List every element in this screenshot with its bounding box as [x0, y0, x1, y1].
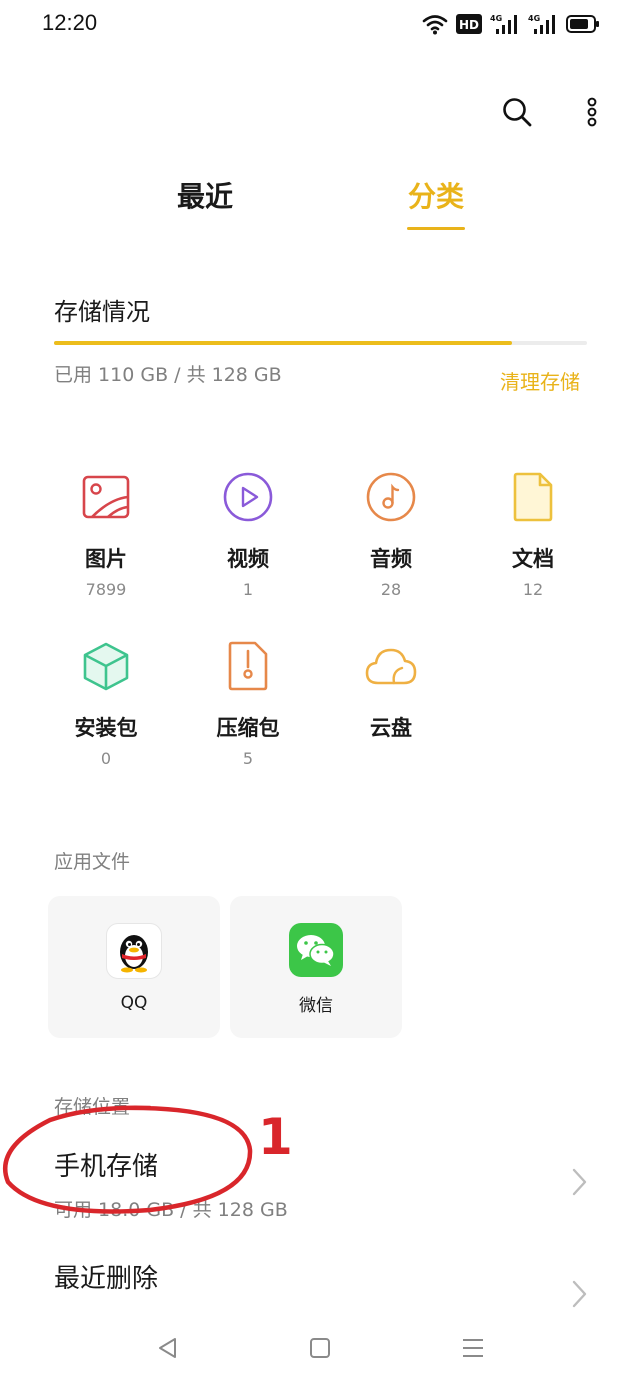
category-count: 12 [522, 580, 544, 599]
recently-deleted-row[interactable]: 最近删除 [0, 1252, 640, 1322]
search-button[interactable] [497, 92, 537, 132]
category-count: 0 [100, 749, 112, 768]
svg-text:4G: 4G [490, 14, 502, 23]
category-label: 云盘 [370, 716, 412, 740]
image-icon [82, 475, 130, 519]
back-triangle-icon [159, 1338, 176, 1358]
category-apk[interactable]: 安装包 0 [35, 638, 177, 788]
category-label: 图片 [85, 547, 127, 571]
active-tab-indicator [407, 227, 465, 230]
storage-used-text: 已用 110 GB / 共 128 GB [54, 364, 282, 386]
chevron-right-icon [572, 1168, 587, 1196]
music-note-icon [366, 472, 416, 522]
chevron-right-icon [572, 1280, 587, 1308]
row-title: 最近删除 [54, 1264, 159, 1294]
annotation-number: 1 [258, 1108, 293, 1166]
zip-file-icon [228, 641, 268, 691]
svg-text:4G: 4G [528, 14, 540, 23]
app-name: 微信 [299, 996, 333, 1016]
category-images[interactable]: 图片 7899 [35, 469, 177, 619]
package-cube-icon [83, 642, 129, 691]
storage-progress-bar [54, 341, 587, 345]
app-card-qq[interactable]: QQ [48, 896, 220, 1038]
category-label: 文档 [512, 547, 554, 571]
qq-penguin-icon [106, 923, 162, 979]
video-play-icon [223, 472, 273, 522]
more-vertical-icon [587, 97, 597, 127]
category-label: 压缩包 [216, 716, 280, 740]
home-square-icon [310, 1338, 330, 1358]
app-name: QQ [120, 993, 148, 1013]
category-label: 音频 [370, 547, 412, 571]
search-icon [503, 98, 532, 127]
wechat-icon [289, 923, 343, 977]
app-files-title: 应用文件 [54, 851, 131, 873]
wifi-icon [422, 15, 448, 35]
category-count: 28 [380, 580, 402, 599]
nav-home-button[interactable] [300, 1330, 340, 1366]
category-videos[interactable]: 视频 1 [177, 469, 319, 619]
nav-menu-button[interactable] [453, 1330, 493, 1366]
battery-icon [566, 15, 599, 33]
annotation-circle [2, 1105, 253, 1214]
category-label: 安装包 [74, 716, 138, 740]
status-icons: HD 4G 4G [422, 10, 600, 38]
category-count: 5 [242, 749, 254, 768]
tab-recent[interactable]: 最近 [150, 175, 260, 215]
category-audio[interactable]: 音频 28 [320, 469, 462, 619]
menu-lines-icon [463, 1339, 483, 1357]
storage-progress-fill [54, 341, 513, 345]
cloud-icon [365, 648, 417, 685]
hd-icon: HD [456, 14, 482, 34]
signal-4g-icon: 4G [490, 14, 517, 34]
svg-text:HD: HD [459, 18, 479, 32]
tab-category[interactable]: 分类 [380, 175, 492, 215]
category-archives[interactable]: 压缩包 5 [177, 638, 319, 788]
more-options-button[interactable] [578, 92, 606, 132]
status-time: 12:20 [42, 10, 98, 35]
app-card-wechat[interactable]: 微信 [230, 896, 402, 1038]
category-count: 7899 [85, 580, 127, 599]
storage-title: 存储情况 [54, 298, 150, 326]
nav-back-button[interactable] [148, 1330, 188, 1366]
signal-4g-icon: 4G [528, 14, 555, 34]
category-label: 视频 [227, 547, 269, 571]
clean-storage-button[interactable]: 清理存储 [480, 366, 580, 395]
category-documents[interactable]: 文档 12 [462, 469, 604, 619]
category-count: 1 [242, 580, 254, 599]
category-cloud[interactable]: 云盘 [320, 638, 462, 788]
document-icon [513, 472, 553, 522]
